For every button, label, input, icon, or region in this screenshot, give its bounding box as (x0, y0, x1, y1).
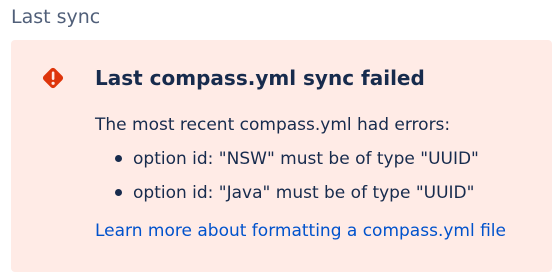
error-icon (39, 64, 67, 92)
section-heading: Last sync (11, 6, 101, 28)
sync-error-banner: Last compass.yml sync failed The most re… (11, 40, 552, 272)
error-list: option id: "NSW" must be of type "UUID" … (115, 146, 479, 214)
error-text: option id: "NSW" must be of type "UUID" (133, 149, 479, 169)
learn-more-link[interactable]: Learn more about formatting a compass.ym… (95, 218, 506, 244)
bullet-icon (115, 189, 122, 196)
error-list-item: option id: "NSW" must be of type "UUID" (115, 146, 479, 180)
banner-description: The most recent compass.yml had errors: (95, 115, 451, 135)
banner-title: Last compass.yml sync failed (95, 66, 425, 90)
bullet-icon (115, 155, 122, 162)
error-text: option id: "Java" must be of type "UUID" (133, 183, 475, 203)
error-list-item: option id: "Java" must be of type "UUID" (115, 180, 479, 214)
